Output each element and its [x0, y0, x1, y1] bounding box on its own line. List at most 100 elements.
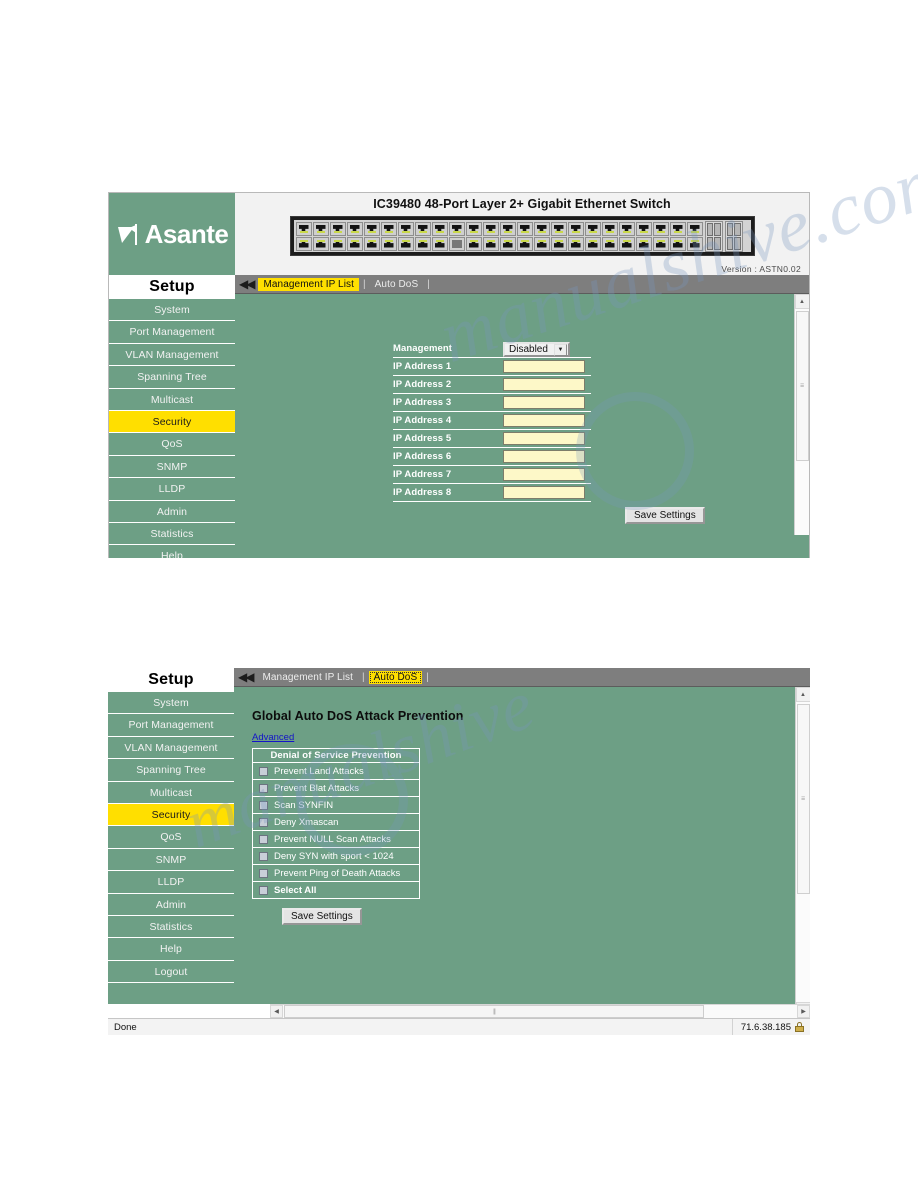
device-body-top: Setup System Port Management VLAN Manageme…	[109, 275, 809, 558]
management-select-value: Disabled	[509, 344, 548, 355]
sidebar-item-help[interactable]: Help	[109, 545, 235, 558]
sidebar-item-admin[interactable]: Admin	[109, 500, 235, 523]
tab-management-ip-list[interactable]: Management IP List	[258, 277, 360, 291]
sidebar-item-port-management[interactable]: Port Management	[109, 321, 235, 344]
sidebar-item-lldp[interactable]: LLDP	[108, 871, 234, 894]
content-scroll-bottom: Global Auto DoS Attack Prevention Advanc…	[234, 687, 810, 1017]
scroll-right-icon[interactable]: ▶	[797, 1005, 810, 1018]
management-select[interactable]: Disabled ▼	[503, 342, 570, 357]
sidebar-item-security[interactable]: Security	[109, 410, 235, 434]
sidebar-item-port-management[interactable]: Port Management	[108, 714, 234, 737]
ip-address-input-5[interactable]	[503, 432, 585, 445]
sidebar-item-vlan-management[interactable]: VLAN Management	[109, 343, 235, 367]
checkbox-prevent-null-scan-attacks[interactable]	[259, 834, 268, 844]
zone-address: 71.6.38.185	[740, 1021, 791, 1033]
sidebar-item-system[interactable]: System	[108, 692, 234, 715]
ip-address-input-1[interactable]	[503, 360, 585, 373]
sidebar-item-snmp[interactable]: SNMP	[109, 455, 235, 479]
sidebar-item-snmp[interactable]: SNMP	[108, 848, 234, 872]
sidebar-item-label: LLDP	[157, 876, 185, 889]
switch-port-pair	[431, 221, 448, 251]
brand-logo-cell: Asante	[109, 193, 235, 275]
sidebar-item-multicast[interactable]: Multicast	[108, 781, 234, 804]
scrollbar-track-bottom[interactable]	[795, 702, 810, 1002]
scroll-up-icon[interactable]: ▲	[795, 687, 810, 702]
switch-port-icon	[482, 236, 499, 251]
ip-address-input-3[interactable]	[503, 396, 585, 409]
list-item: Select All	[252, 881, 420, 899]
switch-port-icon	[431, 221, 448, 236]
scroll-left-icon[interactable]: ◀	[270, 1005, 283, 1018]
sidebar-item-system[interactable]: System	[109, 299, 235, 322]
switch-port-icon	[686, 236, 703, 251]
switch-port-pair	[516, 221, 533, 251]
sidebar-item-spanning-tree[interactable]: Spanning Tree	[109, 366, 235, 389]
sidebar-item-spanning-tree[interactable]: Spanning Tree	[108, 759, 234, 782]
vertical-scrollbar-bottom[interactable]: ▲ ▼	[795, 687, 810, 1017]
scrollbar-thumb-bottom[interactable]	[796, 704, 810, 894]
sidebar-item-admin[interactable]: Admin	[108, 893, 234, 916]
sidebar-item-qos[interactable]: QoS	[108, 826, 234, 849]
sidebar-item-label: Multicast	[149, 786, 193, 799]
sidebar-item-statistics[interactable]: Statistics	[109, 522, 235, 546]
ip-address-input-7[interactable]	[503, 468, 585, 481]
ip-address-input-8[interactable]	[503, 486, 585, 499]
horizontal-scrollbar-thumb[interactable]	[284, 1005, 704, 1018]
checkbox-prevent-blat-attacks[interactable]	[259, 783, 268, 793]
device-model-title: IC39480 48-Port Layer 2+ Gigabit Etherne…	[373, 197, 671, 211]
save-settings-button-bottom[interactable]: Save Settings	[282, 908, 362, 925]
switch-port-pair	[414, 221, 431, 251]
ip-address-input-4[interactable]	[503, 414, 585, 427]
switch-port-icon	[397, 236, 414, 251]
switch-port-pair	[584, 221, 601, 251]
sidebar-item-help[interactable]: Help	[108, 938, 234, 961]
save-settings-button-top[interactable]: Save Settings	[625, 507, 705, 524]
checkbox-select-all[interactable]	[259, 885, 268, 895]
sidebar-item-security[interactable]: Security	[108, 803, 234, 827]
scrollbar-left-gap	[108, 1004, 270, 1018]
sidebar-item-logout[interactable]: Logout	[108, 960, 234, 984]
checkbox-deny-xmascan[interactable]	[259, 817, 268, 827]
sidebar-item-lldp[interactable]: LLDP	[109, 478, 235, 501]
sidebar-item-multicast[interactable]: Multicast	[109, 388, 235, 411]
ip-address-input-6[interactable]	[503, 450, 585, 463]
sidebar-item-vlan-management[interactable]: VLAN Management	[108, 736, 234, 760]
status-text: Done	[114, 1021, 137, 1033]
scrollbar-thumb-top[interactable]	[795, 311, 809, 461]
switch-port-icon	[550, 221, 567, 236]
sidebar-item-qos[interactable]: QoS	[109, 433, 235, 456]
chevron-down-icon[interactable]: ▼	[553, 343, 567, 356]
sidebar-item-label: Logout	[154, 965, 188, 978]
horizontal-scrollbar-track[interactable]	[283, 1005, 797, 1018]
rewind-icon[interactable]: ◀◀	[238, 278, 258, 290]
checkbox-deny-syn-with-sport-1024[interactable]	[259, 851, 268, 861]
table-row: IP Address 7	[393, 465, 591, 484]
ip-address-input-2[interactable]	[503, 378, 585, 391]
tab-management-ip-list[interactable]: Management IP List	[257, 671, 358, 684]
switch-port-icon	[329, 236, 346, 251]
switch-port-icon	[499, 236, 516, 251]
tab-separator: |	[363, 278, 366, 290]
sidebar-item-label: Help	[161, 550, 183, 558]
advanced-link[interactable]: Advanced	[252, 732, 294, 743]
scroll-up-icon[interactable]: ▲	[794, 294, 809, 309]
scrollbar-track-top[interactable]	[794, 309, 809, 535]
sidebar-item-statistics[interactable]: Statistics	[108, 915, 234, 939]
version-value: ASTN0.02	[759, 264, 801, 274]
switch-port-pair	[295, 221, 312, 251]
checkbox-scan-synfin[interactable]	[259, 800, 268, 810]
vertical-scrollbar-top[interactable]: ▲	[794, 294, 809, 535]
switch-port-icon	[397, 221, 414, 236]
rewind-icon[interactable]: ◀◀	[237, 671, 257, 683]
sidebar-item-label: System	[153, 697, 189, 709]
tab-auto-dos[interactable]: Auto DoS	[370, 278, 424, 291]
horizontal-scrollbar[interactable]: ◀ ▶	[270, 1004, 810, 1018]
checkbox-prevent-land-attacks[interactable]	[259, 766, 268, 776]
tab-auto-dos[interactable]: Auto DoS	[368, 670, 423, 684]
switch-port-icon	[380, 236, 397, 251]
switch-port-pair	[533, 221, 550, 251]
switch-port-icon	[567, 236, 584, 251]
ip-address-label: IP Address 7	[393, 465, 503, 484]
sidebar-item-label: SNMP	[156, 460, 188, 473]
checkbox-prevent-ping-of-death-attacks[interactable]	[259, 868, 268, 878]
